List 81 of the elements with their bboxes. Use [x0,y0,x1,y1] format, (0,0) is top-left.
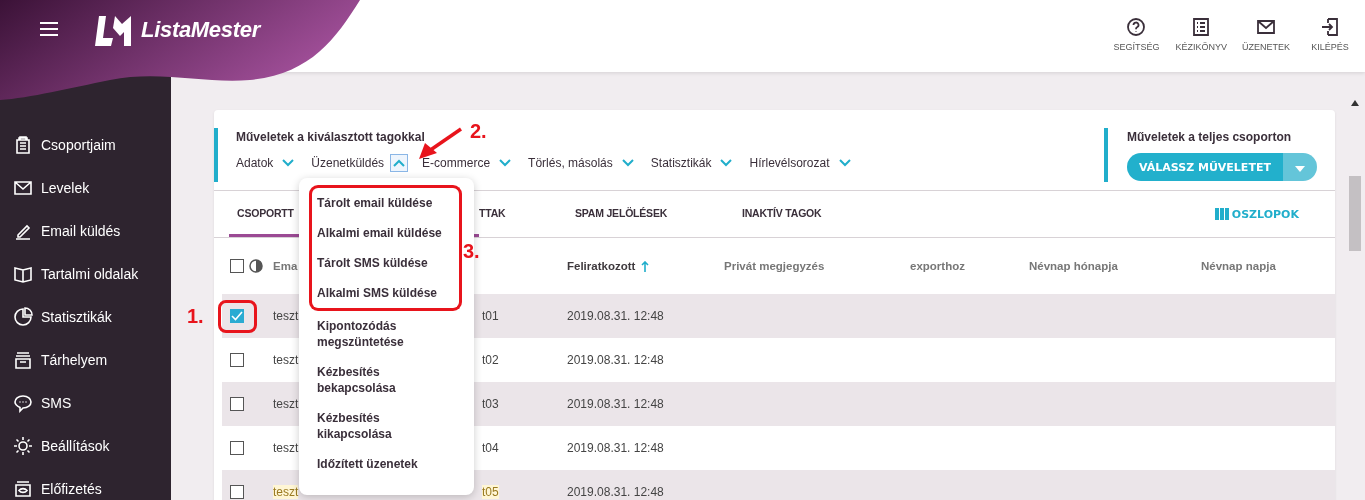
table-cell: 2019.08.31. 12:48 [567,309,664,323]
tab[interactable]: SPAM JELÖLÉSEK [567,191,734,237]
clipboard-icon [13,135,33,155]
list-icon [1191,16,1212,37]
select-all-checkbox[interactable] [230,259,244,273]
column-header[interactable]: exporthoz [910,260,965,272]
tab[interactable]: INAKTÍV TAGOK [734,191,901,237]
logo-text: ListaMester [141,17,260,43]
row-checkbox[interactable] [230,397,244,411]
table-cell: 2019.08.31. 12:48 [567,485,664,499]
sidebar-item[interactable]: Email küldés [0,220,121,242]
menu-item[interactable]: Kézbesítés bekapcsolása [309,357,462,403]
action-menu[interactable]: Adatok [236,154,298,172]
sidebar-item[interactable]: Előfizetés [0,478,102,500]
sidebar-item[interactable]: Beállítások [0,435,110,457]
column-header[interactable]: Névnap hónapja [1029,260,1118,272]
table-cell: t02 [482,353,499,367]
table-cell: t01 [482,309,499,323]
scrollbar-thumb[interactable] [1349,176,1361,251]
book-icon [13,264,33,284]
table-cell: teszt [273,397,299,411]
row-checkbox[interactable] [230,353,244,367]
sidebar-item[interactable]: SMS [0,392,72,414]
caret-icon [1294,165,1305,172]
logout-icon [1320,16,1340,37]
action-menu[interactable]: Törlés, másolás [528,154,637,172]
sidebar-item[interactable]: Csoportjaim [0,134,116,156]
action-menu[interactable]: Statisztikák [650,154,736,172]
table-cell: t04 [482,441,499,455]
header-action[interactable]: KILÉPÉS [1305,16,1355,52]
help-icon [1126,16,1147,37]
dropdown-button[interactable] [1282,153,1317,181]
row-checkbox[interactable] [230,309,244,323]
mail-icon [13,178,33,198]
header-action[interactable]: ÜZENETEK [1241,16,1291,52]
annotation-label: 2. [470,120,487,143]
row-checkbox[interactable] [230,441,244,455]
menu-item[interactable]: Tárolt SMS küldése [309,248,462,278]
table-cell: 2019.08.31. 12:48 [567,441,664,455]
annotation-label: 1. [187,305,204,328]
table-cell: t05 [482,485,499,499]
menu-item[interactable]: Alkalmi email küldése [309,218,462,248]
eye-icon [13,479,33,499]
sidebar-item[interactable]: Levelek [0,177,90,199]
annotation-label: 3. [463,240,480,263]
row-checkbox[interactable] [230,485,244,499]
menu-item[interactable]: Kipontozódás megszüntetése [309,311,462,357]
header-action[interactable]: KÉZIKÖNYV [1175,16,1227,52]
annotation-box [218,300,257,333]
sidebar-item[interactable]: Tartalmi oldalak [0,263,139,285]
sidebar-item[interactable]: Tárhelyem [0,349,108,371]
table-cell: t03 [482,397,499,411]
action-menu[interactable]: Üzenetküldés [311,154,409,172]
section-title: Műveletek a kiválasztott tagokkal [236,130,425,144]
table-cell: teszt [273,441,299,455]
menu-item[interactable]: Tárolt email küldése [309,185,462,218]
column-header[interactable]: Ema [273,260,298,272]
column-header[interactable]: Privát megjegyzés [724,260,825,272]
menu-item[interactable]: Időzített üzenetek [309,449,462,479]
pie-chart-icon [13,307,33,327]
table-cell: teszt [273,309,299,323]
column-header[interactable]: Feliratkozott [567,260,636,272]
menu-item[interactable]: Alkalmi SMS küldése [309,278,462,311]
scroll-up-icon[interactable] [1351,100,1359,106]
menu-item[interactable]: Kézbesítés kikapcsolása [309,403,462,449]
table-cell: 2019.08.31. 12:48 [567,353,664,367]
action-menu[interactable]: Hírlevélsorozat [749,154,854,172]
archive-icon [13,350,33,370]
column-header[interactable]: Névnap napja [1201,260,1276,272]
menu-icon[interactable] [40,22,58,36]
contrast-icon[interactable] [249,259,263,273]
table-cell: 2019.08.31. 12:48 [567,397,664,411]
table-cell: teszt [273,353,299,367]
columns-icon [1214,208,1229,220]
table-cell: teszt [273,485,299,499]
tab[interactable]: TTAK [479,191,567,237]
header-action[interactable]: SEGÍTSÉG [1111,16,1162,52]
sidebar-item[interactable]: Statisztikák [0,306,112,328]
chat-bubble-icon [13,393,33,413]
section-title: Műveletek a teljes csoporton [1127,130,1292,144]
action-menu[interactable]: E-commerce [422,154,515,172]
